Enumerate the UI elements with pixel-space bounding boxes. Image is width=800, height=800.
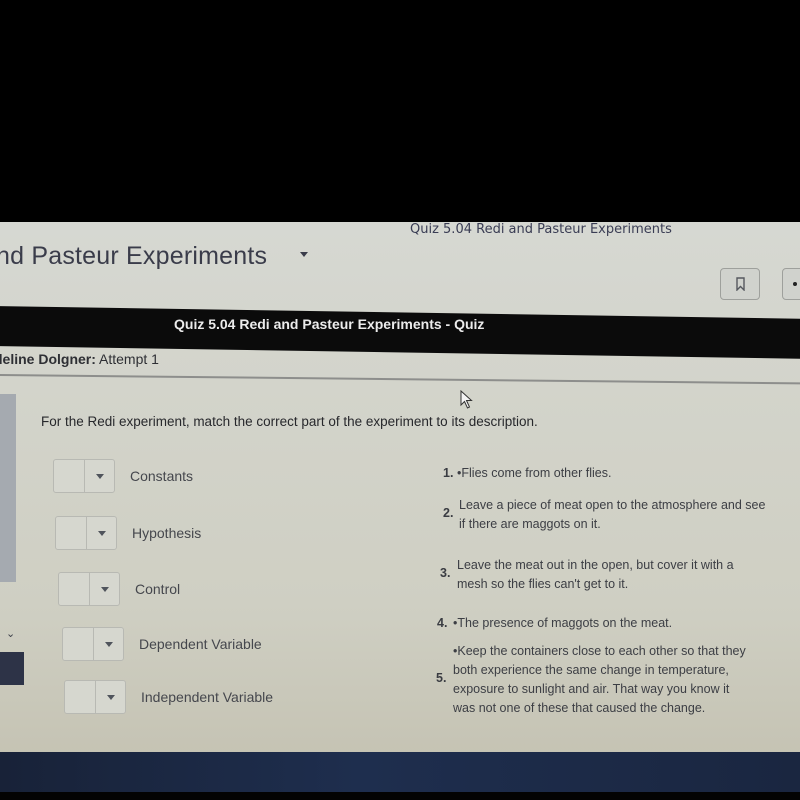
term-label: Hypothesis bbox=[132, 525, 202, 541]
answer-text: both experience the same change in tempe… bbox=[453, 663, 729, 677]
dropdown-value bbox=[63, 628, 94, 660]
attempt-number: Attempt 1 bbox=[95, 351, 159, 367]
bookmark-icon bbox=[735, 277, 745, 291]
question-prompt: For the Redi experiment, match the corre… bbox=[41, 414, 538, 429]
attempt-info: deline Dolgner: Attempt 1 bbox=[0, 351, 159, 367]
match-dropdown[interactable] bbox=[64, 680, 126, 714]
more-button[interactable] bbox=[782, 268, 800, 300]
photo-border-top bbox=[0, 0, 800, 222]
caret-down-icon bbox=[106, 694, 115, 700]
match-dropdown[interactable] bbox=[55, 516, 117, 550]
match-row-independent-variable: Independent Variable bbox=[64, 680, 273, 714]
term-label: Constants bbox=[130, 468, 194, 484]
caret-down-icon bbox=[97, 530, 106, 536]
photo-border-bottom bbox=[0, 792, 800, 800]
caret-down-icon bbox=[95, 473, 104, 479]
match-dropdown[interactable] bbox=[62, 627, 124, 661]
dropdown-value bbox=[59, 573, 90, 605]
term-label: Dependent Variable bbox=[139, 636, 262, 652]
match-row-hypothesis: Hypothesis bbox=[55, 516, 201, 550]
answer-text: was not one of these that caused the cha… bbox=[453, 701, 706, 715]
answer-text: •Keep the containers close to each other… bbox=[453, 644, 746, 658]
divider bbox=[0, 374, 800, 385]
answer-text: exposure to sunlight and air. That way y… bbox=[453, 682, 730, 696]
match-dropdown[interactable] bbox=[58, 572, 120, 606]
question-nav-button[interactable] bbox=[0, 652, 24, 685]
answer-number: 4. bbox=[437, 616, 448, 630]
course-title[interactable]: nd Pasteur Experiments bbox=[0, 242, 267, 271]
chevron-down-icon[interactable]: ⌄ bbox=[6, 627, 15, 640]
mouse-cursor-icon bbox=[460, 389, 474, 414]
answer-text: mesh so the flies can't get to it. bbox=[457, 577, 629, 591]
term-label: Independent Variable bbox=[141, 689, 274, 705]
quiz-title: Quiz 5.04 Redi and Pasteur Experiments -… bbox=[174, 316, 485, 332]
taskbar bbox=[0, 752, 800, 792]
answer-text: •The presence of maggots on the meat. bbox=[453, 616, 673, 630]
answer-number: 5. bbox=[436, 671, 447, 685]
answer-text: Leave the meat out in the open, but cove… bbox=[457, 558, 734, 572]
match-row-control: Control bbox=[58, 572, 180, 606]
breadcrumb[interactable]: Quiz 5.04 Redi and Pasteur Experiments bbox=[410, 222, 672, 237]
dropdown-value bbox=[65, 681, 96, 713]
student-name: deline Dolgner: bbox=[0, 351, 96, 367]
browser-screen: Quiz 5.04 Redi and Pasteur Experiments n… bbox=[0, 222, 800, 770]
bookmark-button[interactable] bbox=[720, 268, 760, 300]
caret-down-icon bbox=[100, 586, 109, 592]
dropdown-value bbox=[54, 460, 85, 492]
dropdown-value bbox=[56, 517, 87, 549]
answer-text: Leave a piece of meat open to the atmosp… bbox=[459, 498, 766, 512]
term-label: Control bbox=[135, 581, 181, 597]
match-row-constants: Constants bbox=[53, 459, 193, 493]
match-row-dependent-variable: Dependent Variable bbox=[62, 627, 262, 661]
question-nav-panel[interactable] bbox=[0, 394, 16, 582]
answer-text: if there are maggots on it. bbox=[459, 517, 601, 531]
caret-down-icon bbox=[104, 641, 113, 647]
course-title-caret-icon[interactable] bbox=[300, 252, 308, 257]
match-dropdown[interactable] bbox=[53, 459, 115, 493]
answer-number: 2. bbox=[443, 506, 454, 520]
answer-number: 1. bbox=[443, 466, 454, 480]
answer-number: 3. bbox=[440, 566, 451, 580]
answer-text: •Flies come from other flies. bbox=[457, 466, 612, 480]
